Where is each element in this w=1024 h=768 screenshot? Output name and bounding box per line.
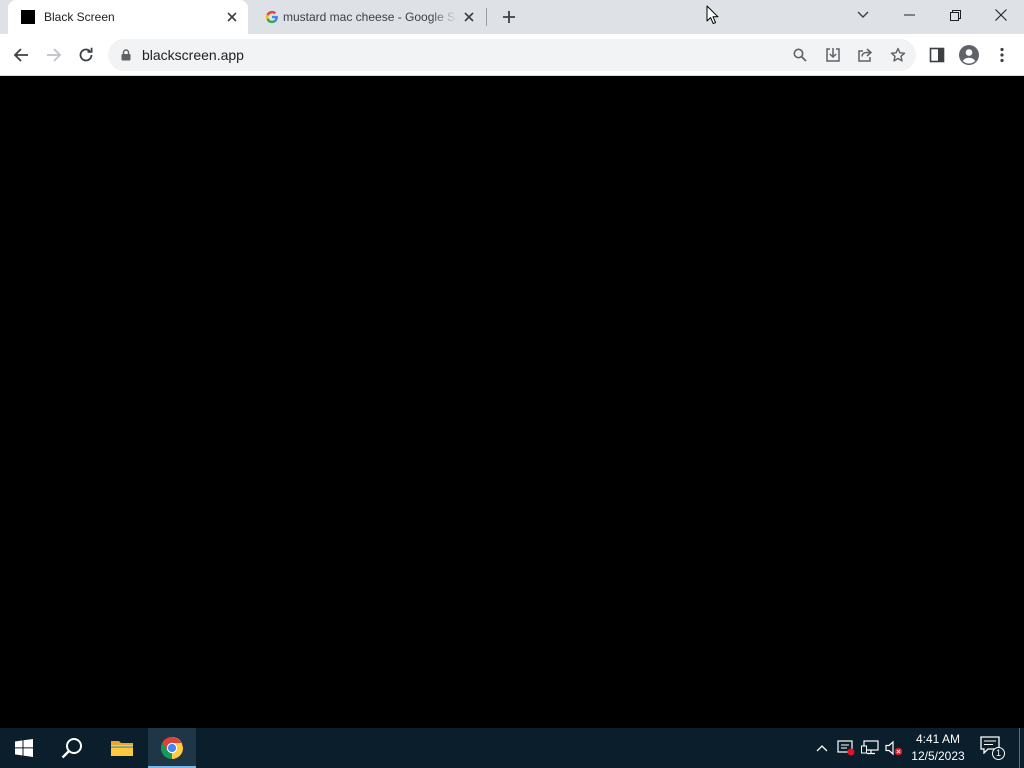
forward-button[interactable] <box>40 41 68 69</box>
file-explorer-icon <box>111 741 133 756</box>
tab-close-icon[interactable] <box>224 9 240 25</box>
forward-icon <box>47 48 62 62</box>
side-panel-icon <box>929 47 945 63</box>
taskbar: 4:41 AM 12/5/2023 1 <box>0 728 1024 768</box>
back-icon <box>13 48 28 62</box>
menu-button[interactable] <box>988 41 1016 69</box>
start-icon <box>15 739 33 757</box>
url-text[interactable]: blackscreen.app <box>142 47 244 63</box>
side-panel-button[interactable] <box>923 41 951 69</box>
taskbar-clock[interactable]: 4:41 AM 12/5/2023 <box>906 731 970 765</box>
share-icon[interactable] <box>853 43 877 67</box>
profile-icon <box>959 45 979 65</box>
restore-button[interactable] <box>932 0 978 30</box>
show-desktop-button[interactable] <box>1019 728 1020 768</box>
chrome-icon <box>161 737 183 759</box>
show-hidden-icons-button[interactable] <box>812 738 832 758</box>
black-square-favicon-icon <box>20 9 36 25</box>
tab-black-screen[interactable]: Black Screen <box>8 0 248 34</box>
reload-button[interactable] <box>72 41 100 69</box>
star-icon[interactable] <box>886 43 910 67</box>
start-button[interactable] <box>0 728 48 768</box>
defender-tray-button[interactable] <box>836 738 856 758</box>
tab-strip: Black Screen mustard mac cheese - Google… <box>0 0 1024 34</box>
tab-google-search[interactable]: mustard mac cheese - Google Search <box>252 0 488 34</box>
back-button[interactable] <box>7 41 35 69</box>
volume-tray-button[interactable] <box>884 738 904 758</box>
install-icon[interactable] <box>821 43 845 67</box>
defender-icon <box>837 740 855 756</box>
network-icon <box>861 740 879 755</box>
close-icon <box>995 9 1007 21</box>
lock-icon[interactable] <box>118 47 134 63</box>
volume-muted-icon <box>885 740 903 756</box>
clock-date: 12/5/2023 <box>911 749 965 763</box>
close-window-button[interactable] <box>978 0 1024 30</box>
mouse-cursor-icon <box>706 5 720 25</box>
tab-separator <box>486 8 487 26</box>
tab-title: Black Screen <box>44 10 115 24</box>
plus-icon <box>503 11 515 23</box>
restore-icon <box>949 9 961 21</box>
profile-button[interactable] <box>955 41 983 69</box>
browser-toolbar: blackscreen.app <box>0 34 1024 76</box>
minimize-icon <box>903 14 915 16</box>
search-icon[interactable] <box>788 43 812 67</box>
menu-icon <box>1000 47 1004 63</box>
tab-close-icon[interactable] <box>461 9 477 25</box>
new-tab-button[interactable] <box>498 6 520 28</box>
tab-title: mustard mac cheese - Google Search <box>283 10 457 24</box>
taskbar-search-button[interactable] <box>48 728 96 768</box>
reload-icon <box>79 47 93 62</box>
search-icon <box>61 738 82 759</box>
file-explorer-button[interactable] <box>98 728 146 768</box>
network-tray-button[interactable] <box>860 738 880 758</box>
address-bar[interactable]: blackscreen.app <box>108 39 916 71</box>
tab-search-button[interactable] <box>840 0 886 30</box>
google-g-favicon-icon <box>264 9 280 25</box>
action-center-button[interactable]: 1 <box>980 736 1008 760</box>
minimize-button[interactable] <box>886 0 932 30</box>
page-content[interactable] <box>0 77 1024 728</box>
screen: Black Screen mustard mac cheese - Google… <box>0 0 1024 768</box>
chrome-taskbar-button[interactable] <box>148 728 196 768</box>
chevron-down-icon <box>857 11 869 18</box>
notification-count-badge: 1 <box>992 747 1005 760</box>
clock-time: 4:41 AM <box>915 732 961 746</box>
chevron-up-icon <box>816 745 828 752</box>
